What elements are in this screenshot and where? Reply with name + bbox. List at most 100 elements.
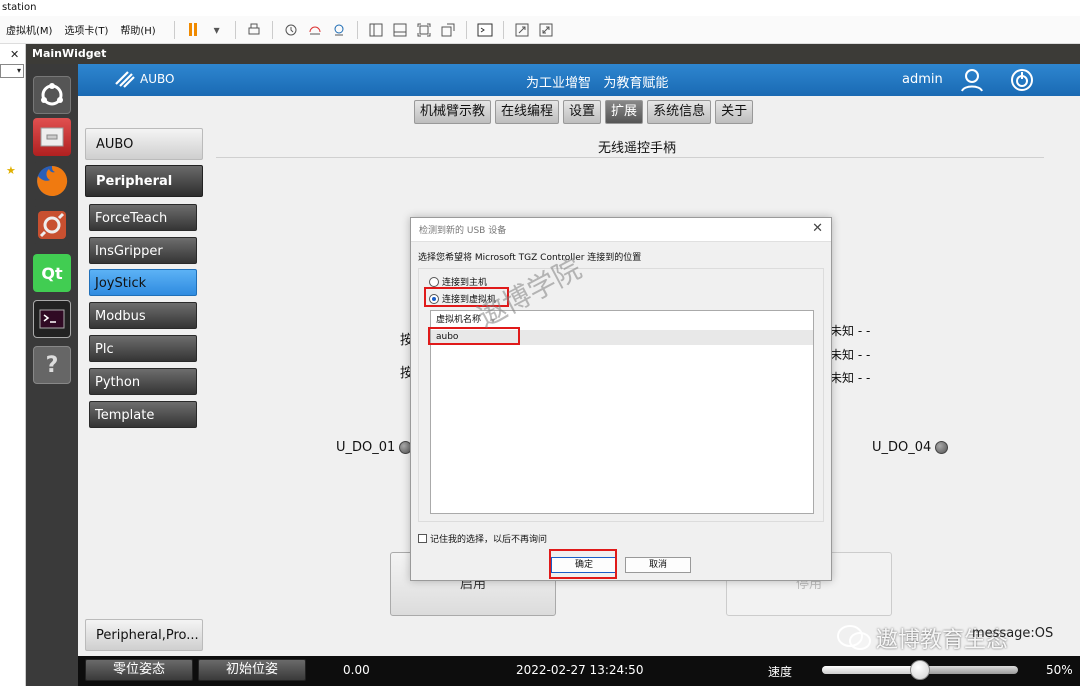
sidebar-item-python[interactable]: Python bbox=[89, 368, 197, 395]
thumbnail-view-icon[interactable] bbox=[391, 21, 409, 39]
sidebar-category-aubo[interactable]: AUBO bbox=[85, 128, 203, 160]
snapshot-manager-icon[interactable] bbox=[330, 21, 348, 39]
button-status: 未知 - - bbox=[830, 371, 871, 385]
sidebar-item-plc[interactable]: Plc bbox=[89, 335, 197, 362]
system-settings-icon[interactable] bbox=[33, 206, 71, 244]
io-do-04: U_DO_04 bbox=[872, 440, 949, 455]
autofit-icon[interactable] bbox=[513, 21, 531, 39]
library-search-dropdown[interactable]: ▾ bbox=[0, 64, 24, 78]
help-icon[interactable]: ? bbox=[33, 346, 71, 384]
io-do-01: U_DO_01 bbox=[336, 440, 413, 455]
console-view-icon[interactable] bbox=[476, 21, 494, 39]
sidebar-item-template[interactable]: Template bbox=[89, 401, 197, 428]
sidebar-category-peripheral[interactable]: Peripheral bbox=[85, 165, 203, 197]
snapshot-icon[interactable] bbox=[282, 21, 300, 39]
status-value: 0.00 bbox=[343, 663, 370, 677]
unity-icon[interactable] bbox=[439, 21, 457, 39]
brand-name: AUBO bbox=[140, 72, 175, 86]
vm-list[interactable]: 虚拟机名称 ▾ aubo bbox=[430, 310, 814, 514]
close-icon[interactable]: ✕ bbox=[10, 48, 19, 61]
radio-connect-host-indicator[interactable] bbox=[429, 276, 439, 287]
sidebar-item-joystick[interactable]: JoyStick bbox=[89, 269, 197, 296]
speed-slider[interactable] bbox=[822, 660, 1018, 680]
remember-choice[interactable]: 记住我的选择，以后不再询问 bbox=[418, 532, 547, 545]
menu-tabs[interactable]: 选项卡(T) bbox=[64, 22, 108, 37]
sidebar-item-forceteach[interactable]: ForceTeach bbox=[89, 204, 197, 231]
sidebar-item-modbus[interactable]: Modbus bbox=[89, 302, 197, 329]
status-bar: 零位姿态 初始位姿 0.00 2022-02-27 13:24:50 速度 50… bbox=[78, 656, 1080, 686]
dialog-titlebar: 检测到新的 USB 设备 ✕ bbox=[411, 218, 831, 242]
tab-settings[interactable]: 设置 bbox=[563, 100, 602, 124]
send-ctrl-alt-del-icon[interactable] bbox=[245, 21, 263, 39]
status-datetime: 2022-02-27 13:24:50 bbox=[516, 663, 644, 677]
corner-watermark: 遨博教育生态 message:OS bbox=[836, 622, 1053, 654]
toolbar-separator bbox=[271, 20, 273, 39]
vm-name-column: 虚拟机名称 bbox=[436, 315, 482, 325]
host-window-title: station bbox=[0, 0, 1080, 16]
initial-pose-button[interactable]: 初始位姿 bbox=[198, 659, 306, 681]
toolbar-separator bbox=[356, 20, 358, 39]
tab-extensions[interactable]: 扩展 bbox=[605, 100, 644, 124]
ubuntu-launcher: Qt ? bbox=[26, 64, 78, 686]
speed-slider-handle[interactable] bbox=[910, 660, 930, 680]
zero-pose-button[interactable]: 零位姿态 bbox=[85, 659, 193, 681]
toolbar-separator bbox=[465, 20, 467, 39]
aubo-logo-icon bbox=[115, 71, 135, 88]
fit-guest-icon[interactable] bbox=[415, 21, 433, 39]
corner-partial-text: message:OS bbox=[972, 626, 1054, 641]
button-status: 未知 - - bbox=[830, 348, 871, 362]
ok-button[interactable]: 确定 bbox=[551, 557, 617, 573]
user-icon[interactable] bbox=[960, 68, 984, 92]
menu-vm[interactable]: 虚拟机(M) bbox=[6, 22, 52, 37]
aubo-logo: AUBO bbox=[114, 70, 174, 88]
remember-checkbox[interactable] bbox=[418, 534, 427, 543]
user-name: admin bbox=[902, 72, 943, 87]
dialog-instruction: 选择您希望将 Microsoft TGZ Controller 连接到的位置 bbox=[418, 253, 642, 263]
tab-about[interactable]: 关于 bbox=[715, 100, 754, 124]
host-library-panel: ✕ ▾ ★ bbox=[0, 44, 26, 686]
close-icon[interactable]: ✕ bbox=[812, 221, 823, 236]
io-do-01-label: U_DO_01 bbox=[336, 440, 396, 455]
tab-online-programming[interactable]: 在线编程 bbox=[495, 100, 560, 124]
toolbar-separator bbox=[173, 20, 175, 39]
speed-label: 速度 bbox=[768, 665, 793, 679]
tab-teach[interactable]: 机械臂示教 bbox=[414, 100, 492, 124]
tab-system-info[interactable]: 系统信息 bbox=[647, 100, 712, 124]
cancel-button[interactable]: 取消 bbox=[625, 557, 691, 573]
library-view-icon[interactable] bbox=[367, 21, 385, 39]
pause-icon[interactable] bbox=[184, 21, 202, 39]
radio-connect-vm-indicator[interactable] bbox=[429, 293, 439, 304]
button-status: 未知 - - bbox=[830, 324, 871, 338]
favorite-star-icon[interactable]: ★ bbox=[6, 164, 16, 177]
guest-window-title: MainWidget bbox=[26, 44, 1080, 64]
usb-device-dialog: 检测到新的 USB 设备 ✕ 选择您希望将 Microsoft TGZ Cont… bbox=[410, 217, 832, 581]
wechat-icon bbox=[837, 625, 871, 650]
file-manager-icon[interactable] bbox=[33, 118, 71, 156]
page-title: 无线遥控手柄 bbox=[598, 141, 677, 156]
dialog-title: 检测到新的 USB 设备 bbox=[419, 226, 507, 236]
fullscreen-icon[interactable] bbox=[537, 21, 555, 39]
radio-connect-host[interactable]: 连接到主机 bbox=[429, 275, 487, 288]
ubuntu-dash-icon[interactable] bbox=[33, 76, 71, 114]
radio-connect-host-label: 连接到主机 bbox=[442, 278, 488, 288]
title-divider bbox=[216, 157, 1044, 158]
toolbar-separator bbox=[502, 20, 504, 39]
slogan: 为工业增智 为教育赋能 bbox=[526, 76, 669, 91]
host-menubar: 虚拟机(M) 选项卡(T) 帮助(H) ▾ bbox=[0, 16, 1080, 44]
toolbar-separator bbox=[234, 20, 236, 39]
terminal-icon[interactable] bbox=[33, 300, 71, 338]
app-header: AUBO 为工业增智 为教育赋能 admin bbox=[78, 64, 1080, 96]
sidebar-category-peripheral-program[interactable]: Peripheral,Pro... bbox=[85, 619, 203, 651]
restore-snapshot-icon[interactable] bbox=[306, 21, 324, 39]
pause-dropdown-icon[interactable]: ▾ bbox=[208, 21, 226, 39]
sidebar-item-insgripper[interactable]: InsGripper bbox=[89, 237, 197, 264]
firefox-icon[interactable] bbox=[33, 162, 71, 200]
io-do-04-label: U_DO_04 bbox=[872, 440, 932, 455]
speed-percent: 50% bbox=[1046, 663, 1073, 677]
power-icon[interactable] bbox=[1010, 68, 1034, 92]
speed-slider-fill bbox=[822, 666, 920, 674]
qt-creator-icon[interactable]: Qt bbox=[33, 254, 71, 292]
io-do-04-led-icon bbox=[935, 441, 949, 454]
remember-label: 记住我的选择，以后不再询问 bbox=[430, 535, 548, 545]
menu-help[interactable]: 帮助(H) bbox=[120, 22, 155, 37]
